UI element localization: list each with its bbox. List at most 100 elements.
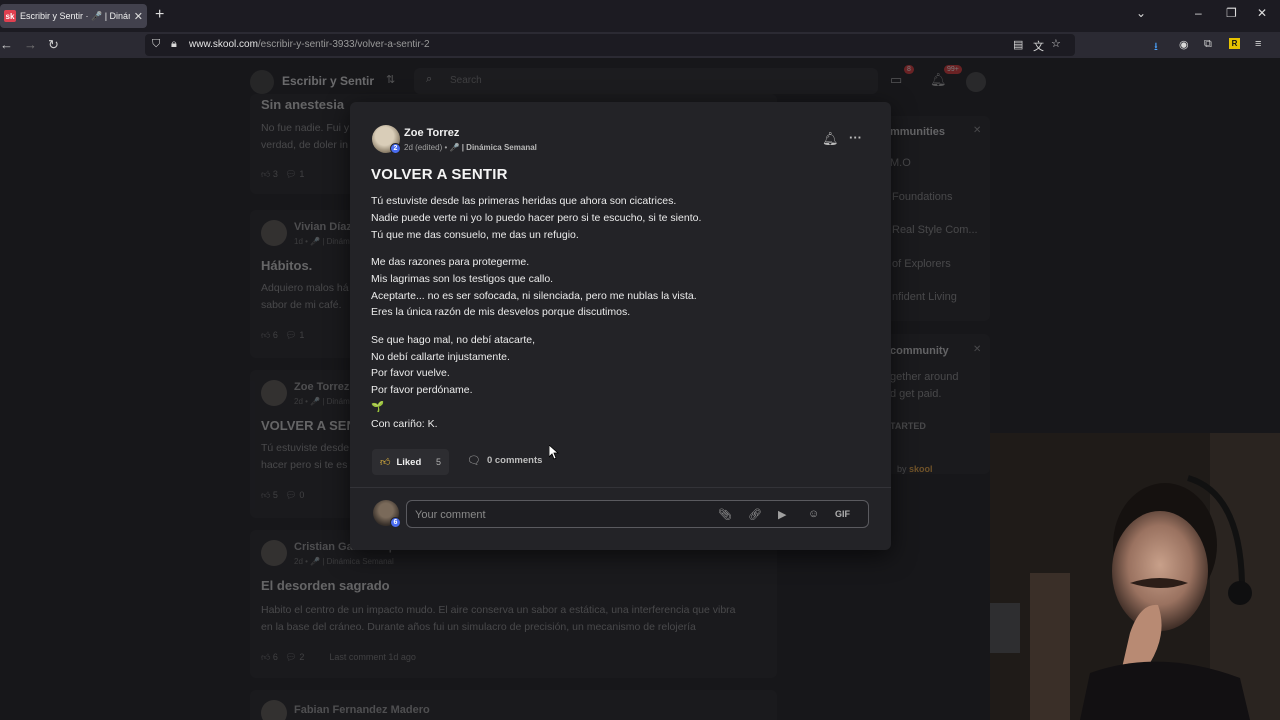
shield-icon[interactable]: ⛉ bbox=[152, 38, 160, 51]
post-meta: 2d (edited) • 🎤 | Dinámica Semanal bbox=[404, 143, 537, 152]
feed-post[interactable]: Fabian Fernandez Madero bbox=[250, 690, 777, 720]
modal-divider bbox=[350, 487, 891, 488]
search-bar[interactable]: ⌕ Search bbox=[414, 68, 878, 94]
attachment-paperclip-icon[interactable]: 📎︎ bbox=[718, 508, 732, 521]
commenter-level-badge: 6 bbox=[390, 517, 401, 528]
emoji-icon[interactable]: ☺ bbox=[808, 508, 819, 520]
post-stats: 👍︎ 6 💬︎ 1 bbox=[261, 330, 305, 340]
comments-button[interactable]: 🗨︎ 0 comments bbox=[467, 454, 542, 467]
post-author[interactable]: Zoe Torrez bbox=[404, 127, 459, 139]
post-line: Por favor vuelve. bbox=[371, 367, 450, 380]
extension-clock-icon[interactable]: ◉ bbox=[1179, 38, 1189, 51]
tab-close-icon[interactable]: ✕ bbox=[134, 10, 143, 23]
author-avatar bbox=[261, 700, 287, 720]
post-line: Aceptarte... no es ser sofocada, ni sile… bbox=[371, 289, 697, 302]
post-title: VOLVER A SEN bbox=[261, 418, 356, 433]
link-icon[interactable]: 🔗︎ bbox=[748, 508, 762, 521]
post-stats: 👍︎ 3 💬︎ 1 bbox=[261, 169, 305, 179]
comment-bubble-icon: 🗨︎ bbox=[467, 455, 481, 467]
post-line: Me das razones para protegerme. bbox=[371, 255, 530, 268]
post-title: Hábitos. bbox=[261, 258, 313, 273]
comment-box[interactable]: 📎︎ 🔗︎ ▶ ☺ GIF bbox=[406, 500, 869, 528]
community-link[interactable]: Real Style Com... bbox=[892, 224, 978, 236]
browser-tab-bar: sk Escribir y Sentir · 🎤 | Dinámica ✕ + … bbox=[0, 0, 1280, 32]
skool-logo: skool bbox=[909, 464, 933, 474]
reader-view-icon[interactable]: ▤ bbox=[1013, 38, 1023, 51]
tab-list-chevron-icon[interactable]: ⌄ bbox=[1136, 6, 1146, 20]
webcam-person-image bbox=[990, 433, 1280, 720]
back-arrow-icon[interactable]: ← bbox=[0, 37, 13, 52]
url-text[interactable]: www.skool.com/escribir-y-sentir-3933/vol… bbox=[189, 39, 430, 50]
post-line: Mis lagrimas son los testigos que callo. bbox=[371, 272, 554, 285]
comment-input[interactable] bbox=[415, 507, 705, 523]
like-button[interactable]: 👍︎ Liked 5 bbox=[372, 449, 449, 475]
community-link[interactable]: nfident Living bbox=[892, 291, 957, 303]
panel-close-icon[interactable]: ✕ bbox=[973, 344, 981, 355]
post-line: Nadie puede verte ni yo lo puedo hacer p… bbox=[371, 211, 702, 224]
forward-arrow-icon[interactable]: → bbox=[24, 37, 37, 52]
lock-icon[interactable]: 🔒︎ bbox=[171, 38, 177, 51]
bookmark-star-icon[interactable]: ☆ bbox=[1051, 37, 1061, 50]
app-menu-icon[interactable]: ≡ bbox=[1255, 38, 1261, 50]
chat-badge: 8 bbox=[904, 65, 914, 74]
post-modal: 2 Zoe Torrez 2d (edited) • 🎤 | Dinámica … bbox=[350, 102, 891, 550]
post-stats: 👍︎ 5 💬︎ 0 bbox=[261, 490, 305, 500]
notifications-bell-icon[interactable]: 🔔︎ bbox=[930, 72, 947, 88]
translate-icon[interactable]: 文 bbox=[1033, 38, 1044, 54]
close-window-icon[interactable]: ✕ bbox=[1257, 6, 1267, 20]
more-options-icon[interactable]: ··· bbox=[849, 130, 862, 145]
post-author: Zoe Torrez bbox=[294, 381, 350, 393]
get-started-button[interactable]: TARTED bbox=[890, 421, 926, 431]
video-icon[interactable]: ▶ bbox=[778, 508, 786, 521]
post-line: Se que hago mal, no debí atacarte, bbox=[371, 333, 536, 346]
extension-r-icon[interactable]: R bbox=[1229, 38, 1240, 49]
skool-favicon-icon: sk bbox=[4, 10, 16, 22]
post-meta: 2d • 🎤 | Dinámica Semanal bbox=[294, 557, 394, 566]
category-emoji-icon: 🎤 bbox=[449, 143, 460, 152]
post-title: VOLVER A SENTIR bbox=[371, 166, 508, 183]
post-category[interactable]: | Dinámica Semanal bbox=[462, 143, 537, 152]
panel-close-icon[interactable]: ✕ bbox=[973, 125, 981, 136]
comments-count-label: 0 comments bbox=[486, 455, 543, 466]
panel-text: gether around d get paid. bbox=[890, 371, 959, 400]
post-author: Fabian Fernandez Madero bbox=[294, 704, 430, 716]
minimize-window-icon[interactable]: – bbox=[1195, 6, 1202, 20]
search-placeholder: Search bbox=[450, 75, 482, 86]
user-avatar[interactable] bbox=[966, 72, 986, 92]
post-stanza: Se que hago mal, no debí atacarte, No de… bbox=[371, 332, 871, 433]
extensions-puzzle-icon[interactable]: ⧉ bbox=[1204, 38, 1212, 51]
community-switcher-icon[interactable]: ⇅ bbox=[386, 73, 395, 86]
feed-post[interactable]: Cristian García López 2d • 🎤 | Dinámica … bbox=[250, 530, 777, 678]
post-stanza: Me das razones para protegerme. Mis lagr… bbox=[371, 254, 871, 321]
community-link[interactable]: M.O bbox=[890, 157, 911, 169]
panel-title: community bbox=[890, 345, 949, 357]
community-logo[interactable] bbox=[250, 70, 274, 94]
downloads-icon[interactable]: ⭳ bbox=[1154, 38, 1158, 57]
post-time: 2d (edited) • bbox=[404, 143, 448, 152]
panel-title: mmunities bbox=[890, 126, 946, 138]
post-title: Sin anestesia bbox=[261, 97, 345, 112]
author-avatar bbox=[261, 380, 287, 406]
reload-icon[interactable]: ↻ bbox=[48, 37, 59, 53]
community-link[interactable]: Foundations bbox=[892, 191, 953, 203]
tab-title: Escribir y Sentir · 🎤 | Dinámica bbox=[20, 10, 130, 21]
new-tab-icon[interactable]: + bbox=[155, 6, 164, 24]
community-name[interactable]: Escribir y Sentir bbox=[282, 74, 374, 88]
browser-tab-active[interactable]: sk Escribir y Sentir · 🎤 | Dinámica ✕ bbox=[0, 4, 147, 28]
bell-icon[interactable]: 🔔︎ bbox=[822, 131, 839, 147]
thumbs-up-icon: 👍︎ bbox=[380, 457, 391, 468]
seedling-emoji-icon: 🌱 bbox=[371, 400, 385, 413]
post-stanza: Tú estuviste desde las primeras heridas … bbox=[371, 193, 871, 243]
post-line: Por favor perdóname. bbox=[371, 384, 473, 397]
author-level-badge: 2 bbox=[390, 143, 401, 154]
webcam-overlay bbox=[990, 433, 1280, 720]
navigation-toolbar: ← → ↻ ⛉ 🔒︎ www.skool.com/escribir-y-sent… bbox=[0, 32, 1280, 58]
address-bar[interactable]: ⛉ 🔒︎ www.skool.com/escribir-y-sentir-393… bbox=[145, 34, 1075, 56]
community-link[interactable]: of Explorers bbox=[892, 258, 951, 270]
post-signature: Con cariño: K. bbox=[371, 417, 438, 430]
gif-button[interactable]: GIF bbox=[835, 509, 850, 519]
chat-icon[interactable]: ▭ bbox=[890, 72, 902, 88]
post-meta: 2d • 🎤 | Dinámi bbox=[294, 397, 352, 406]
post-author: Vivian Díaz bbox=[294, 221, 352, 233]
restore-window-icon[interactable]: ❐ bbox=[1226, 6, 1237, 20]
